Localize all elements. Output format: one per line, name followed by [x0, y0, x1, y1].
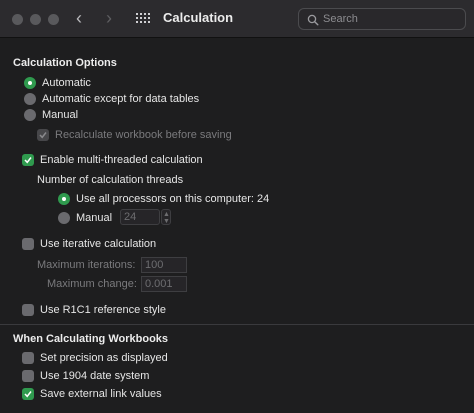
back-icon[interactable]: ‹	[76, 9, 82, 27]
max-change-input[interactable]: 0.001	[141, 276, 187, 292]
precision-checkbox[interactable]: Set precision as displayed	[22, 351, 168, 365]
minimize-window-button[interactable]	[30, 14, 41, 25]
manual-radio[interactable]: Manual	[24, 108, 78, 122]
multi-threaded-label: Enable multi-threaded calculation	[40, 154, 203, 166]
search-icon	[307, 14, 319, 26]
iterative-label: Use iterative calculation	[40, 238, 157, 250]
threads-label: Number of calculation threads	[37, 174, 184, 186]
checkbox-empty-icon	[22, 304, 34, 316]
title-bar: ‹ › Calculation	[0, 0, 474, 38]
close-window-button[interactable]	[12, 14, 23, 25]
calculation-options-heading: Calculation Options	[13, 57, 117, 69]
threads-stepper[interactable]: ▲ ▼	[161, 209, 171, 225]
zoom-window-button[interactable]	[48, 14, 59, 25]
use-all-processors-label: Use all processors on this computer: 24	[76, 193, 270, 205]
checkbox-empty-icon	[22, 238, 34, 250]
radio-selected-icon	[58, 193, 70, 205]
multi-threaded-checkbox[interactable]: Enable multi-threaded calculation	[22, 153, 203, 167]
window-title: Calculation	[163, 10, 234, 25]
max-iterations-label: Maximum iterations:	[37, 259, 136, 271]
manual-threads-radio[interactable]: Manual	[58, 211, 112, 225]
manual-threads-label: Manual	[76, 212, 113, 224]
when-calculating-heading: When Calculating Workbooks	[13, 333, 169, 345]
section-divider	[0, 324, 474, 325]
search-input[interactable]	[323, 11, 461, 27]
recalculate-checkbox[interactable]: Recalculate workbook before saving	[37, 128, 232, 142]
automatic-radio[interactable]: Automatic	[24, 76, 91, 90]
use-all-processors-radio[interactable]: Use all processors on this computer: 24	[58, 192, 269, 206]
checkmark-icon	[22, 154, 34, 166]
radio-unselected-icon	[24, 109, 36, 121]
max-change-label: Maximum change:	[47, 278, 137, 290]
manual-label: Manual	[42, 109, 79, 121]
external-links-checkbox[interactable]: Save external link values	[22, 387, 162, 401]
stepper-down-icon: ▼	[163, 218, 170, 225]
max-iterations-input[interactable]: 100	[141, 257, 187, 273]
radio-selected-icon	[24, 77, 36, 89]
manual-threads-input[interactable]: 24	[120, 209, 160, 225]
r1c1-label: Use R1C1 reference style	[40, 304, 166, 316]
forward-icon[interactable]: ›	[106, 9, 112, 27]
search-field[interactable]	[298, 8, 466, 30]
radio-unselected-icon	[24, 93, 36, 105]
checkmark-icon	[37, 129, 49, 141]
automatic-label: Automatic	[42, 77, 91, 89]
radio-unselected-icon	[58, 212, 70, 224]
date-1904-checkbox[interactable]: Use 1904 date system	[22, 369, 149, 383]
stepper-up-icon: ▲	[163, 211, 170, 218]
show-all-grid-icon[interactable]	[136, 13, 150, 25]
checkbox-empty-icon	[22, 352, 34, 364]
r1c1-checkbox[interactable]: Use R1C1 reference style	[22, 303, 166, 317]
recalculate-label: Recalculate workbook before saving	[55, 129, 232, 141]
external-links-label: Save external link values	[40, 388, 162, 400]
iterative-checkbox[interactable]: Use iterative calculation	[22, 237, 156, 251]
automatic-except-label: Automatic except for data tables	[42, 93, 200, 105]
precision-label: Set precision as displayed	[40, 352, 168, 364]
checkmark-icon	[22, 388, 34, 400]
checkbox-empty-icon	[22, 370, 34, 382]
automatic-except-radio[interactable]: Automatic except for data tables	[24, 92, 199, 106]
date-1904-label: Use 1904 date system	[40, 370, 150, 382]
